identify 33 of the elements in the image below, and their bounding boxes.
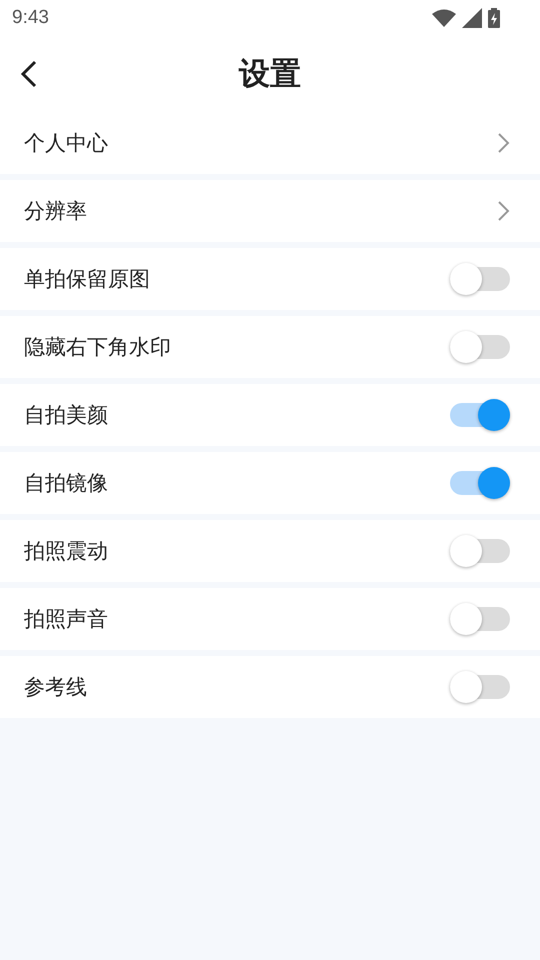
- settings-row[interactable]: 隐藏右下角水印: [0, 316, 540, 378]
- signal-icon: [462, 8, 482, 28]
- settings-row[interactable]: 单拍保留原图: [0, 248, 540, 310]
- setting-label: 拍照震动: [24, 538, 108, 565]
- wifi-icon: [432, 9, 456, 27]
- settings-row[interactable]: 拍照震动: [0, 520, 540, 582]
- toggle-switch[interactable]: [450, 263, 510, 295]
- page-title: 设置: [239, 55, 301, 94]
- settings-row[interactable]: 分辨率: [0, 180, 540, 242]
- toggle-switch[interactable]: [450, 399, 510, 431]
- setting-label: 拍照声音: [24, 606, 108, 633]
- settings-row[interactable]: 自拍镜像: [0, 452, 540, 514]
- chevron-icon: [498, 133, 510, 153]
- settings-row[interactable]: 拍照声音: [0, 588, 540, 650]
- setting-label: 自拍镜像: [24, 470, 108, 497]
- setting-label: 自拍美颜: [24, 402, 108, 429]
- back-icon[interactable]: [20, 60, 38, 88]
- settings-row[interactable]: 自拍美颜: [0, 384, 540, 446]
- setting-label: 单拍保留原图: [24, 266, 150, 293]
- chevron-icon: [498, 201, 510, 221]
- toggle-switch[interactable]: [450, 603, 510, 635]
- battery-icon: [488, 8, 500, 28]
- settings-row[interactable]: 个人中心: [0, 112, 540, 174]
- setting-label: 隐藏右下角水印: [24, 334, 171, 361]
- setting-label: 分辨率: [24, 198, 87, 225]
- toggle-switch[interactable]: [450, 535, 510, 567]
- toggle-switch[interactable]: [450, 331, 510, 363]
- setting-label: 个人中心: [24, 130, 108, 157]
- setting-label: 参考线: [24, 674, 87, 701]
- toggle-switch[interactable]: [450, 467, 510, 499]
- settings-row[interactable]: 参考线: [0, 656, 540, 718]
- status-time: 9:43: [12, 7, 49, 29]
- toggle-switch[interactable]: [450, 671, 510, 703]
